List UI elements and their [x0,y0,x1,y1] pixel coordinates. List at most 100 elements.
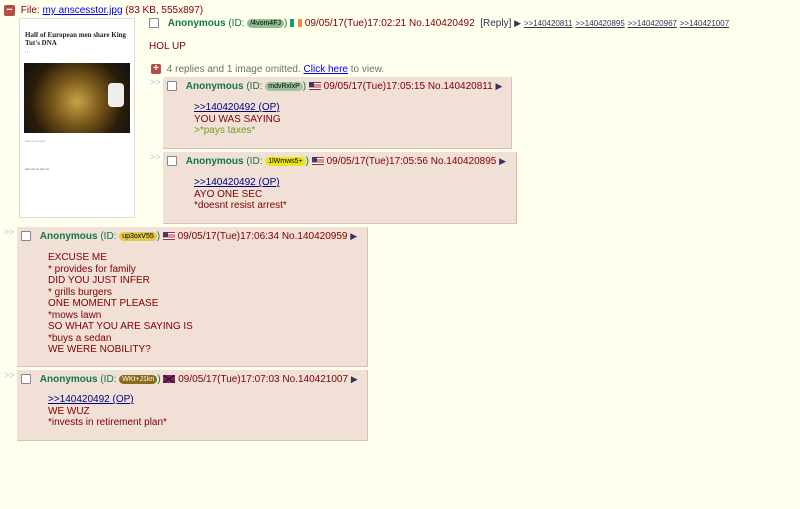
expand-thread-link[interactable]: Click here [304,64,348,75]
quote-link[interactable]: >>140420492 (OP) [194,102,280,113]
message-line: DID YOU JUST INFER [48,275,150,286]
file-label: File: [20,5,40,17]
arrow-right-icon[interactable]: ▶ [351,374,358,384]
reply-id-close: ) [302,81,307,92]
reply-poster-name: Anonymous [39,231,98,242]
reply-poster-id[interactable]: 1lWmws5+ [265,156,306,166]
message-line: *invests in retirement plan* [48,417,167,428]
message-line: SO WHAT YOU ARE SAYING IS [48,321,193,332]
omitted-notice: + 4 replies and 1 image omitted. Click h… [151,64,384,75]
reply-poster-id[interactable]: mdvRxlxP [265,81,303,91]
reply-header: Anonymous (ID: 1lWmws5+) 09/05/17(Tue)17… [167,156,506,167]
reply-post-number[interactable]: No.140420959 [282,231,348,242]
reply-post: Anonymous (ID: 1lWmws5+) 09/05/17(Tue)17… [163,152,517,224]
reply-side-arrows: >> [150,77,161,87]
flag-ireland-icon [290,19,303,28]
op-file-info: − File: my anscesstor.jpg (83 KB, 555x89… [4,5,203,16]
reply-post-number[interactable]: No.140421007 [282,374,348,385]
op-backlink[interactable]: >>140420895 [575,19,624,28]
op-id-close: ) [283,18,288,29]
greentext-line: >*pays taxes* [194,125,256,136]
quote-link[interactable]: >>140420492 (OP) [194,177,280,188]
reply-post: Anonymous (ID: mdvRxlxP) 09/05/17(Tue)17… [163,77,512,149]
flag-us-icon [162,232,175,241]
thumbnail-headline: Half of European men share King Tut's DN… [25,31,127,47]
reply-id-label: (ID: [246,156,263,167]
op-poster-id[interactable]: /4vom4FJ [247,18,284,28]
reply-message: EXCUSE ME * provides for family DID YOU … [48,252,193,356]
op-poster-name: Anonymous [167,18,226,29]
message-line: *buys a sedan [48,332,112,344]
reply-datetime: 09/05/17(Tue)17:05:56 [326,156,428,167]
reply-header: Anonymous (ID: up3oxV55) 09/05/17(Tue)17… [21,231,357,242]
op-reply-link[interactable]: [Reply] [480,18,511,29]
reply-id-label: (ID: [100,231,117,242]
message-line: WE WUZ [48,405,90,417]
minus-icon[interactable]: − [4,5,15,16]
reply-checkbox[interactable] [167,156,177,167]
message-line: * provides for family [48,263,136,275]
reply-side-arrows: >> [4,227,15,237]
message-line: EXCUSE ME [48,252,107,263]
arrow-right-icon[interactable]: ▶ [514,18,521,28]
omitted-text: 4 replies and 1 image omitted. [166,64,301,75]
op-backlink[interactable]: >>140421007 [680,19,729,28]
flag-us-icon [311,157,324,166]
message-line: ONE MOMENT PLEASE [48,298,159,309]
flag-us-icon [308,82,321,91]
message-line: WE WERE NOBILITY? [48,344,151,355]
reply-id-close: ) [157,374,161,385]
op-thumbnail[interactable]: Half of European men share King Tut's DN… [19,18,135,218]
op-datetime: 09/05/17(Tue)17:02:21 [304,18,407,29]
flag-confederate-icon [163,375,176,384]
reply-checkbox[interactable] [21,231,31,242]
message-line: YOU WAS SAYING [194,113,281,125]
reply-post-number[interactable]: No.140420895 [431,156,497,167]
op-backlink[interactable]: >>140420811 [524,19,573,28]
reply-side-arrows: >> [4,370,15,380]
reply-message: >>140420492 (OP) AYO ONE SEC *doesnt res… [194,177,287,212]
reply-poster-name: Anonymous [39,374,98,385]
file-name-link[interactable]: my anscesstor.jpg [42,5,122,16]
reply-id-close: ) [156,231,161,242]
thumbnail-caption: ▪▪▪▪▪ ▪▪▪▪ ▪▪▪ ▪▪▪▪▪ [25,139,46,143]
reply-poster-id[interactable]: up3oxV55 [119,231,157,241]
reply-poster-id[interactable]: WKt+J1kn [119,374,158,384]
reply-poster-name: Anonymous [185,81,244,92]
message-line: *doesnt resist arrest* [194,200,287,211]
plus-icon[interactable]: + [151,64,161,75]
op-id-label: (ID: [228,18,245,29]
arrow-right-icon[interactable]: ▶ [350,231,357,241]
reply-poster-name: Anonymous [185,156,244,167]
reply-checkbox[interactable] [21,374,31,385]
reply-id-label: (ID: [246,81,263,92]
omitted-suffix: to view. [350,64,385,75]
reply-checkbox[interactable] [167,81,177,92]
reply-id-close: ) [305,156,310,167]
reply-post: Anonymous (ID: up3oxV55) 09/05/17(Tue)17… [17,227,368,367]
reply-message: >>140420492 (OP) YOU WAS SAYING >*pays t… [194,102,281,137]
op-backlink[interactable]: >>140420967 [628,19,677,28]
op-message: HOL UP [149,41,186,52]
reply-post-number[interactable]: No.140420811 [428,81,493,92]
arrow-right-icon[interactable]: ▶ [499,156,506,166]
message-line: * grills burgers [48,286,112,298]
reply-post: Anonymous (ID: WKt+J1kn) 09/05/17(Tue)17… [17,370,368,441]
reply-side-arrows: >> [150,152,161,162]
reply-header: Anonymous (ID: mdvRxlxP) 09/05/17(Tue)17… [167,81,502,92]
reply-datetime: 09/05/17(Tue)17:06:34 [177,231,280,242]
reply-datetime: 09/05/17(Tue)17:05:15 [323,81,426,92]
reply-message: >>140420492 (OP) WE WUZ *invests in reti… [48,394,167,429]
op-checkbox[interactable] [149,18,159,29]
arrow-right-icon[interactable]: ▶ [495,81,502,91]
message-line: AYO ONE SEC [194,188,263,200]
thumbnail-photo [24,63,130,133]
reply-datetime: 09/05/17(Tue)17:07:03 [178,374,280,385]
op-post-number[interactable]: No.140420492 [409,18,475,29]
message-line: *mows lawn [48,309,102,321]
quote-link[interactable]: >>140420492 (OP) [48,394,134,405]
thumbnail-body: ▪▪▪▪▪ ▪▪▪▪ ▪▪▪ ▪▪▪▪▪ ▪▪▪ [25,167,50,171]
thumbnail-byline: ▪ ▪ ▪ [25,50,30,54]
file-meta: (83 KB, 555x897) [125,5,204,17]
reply-header: Anonymous (ID: WKt+J1kn) 09/05/17(Tue)17… [21,374,358,385]
